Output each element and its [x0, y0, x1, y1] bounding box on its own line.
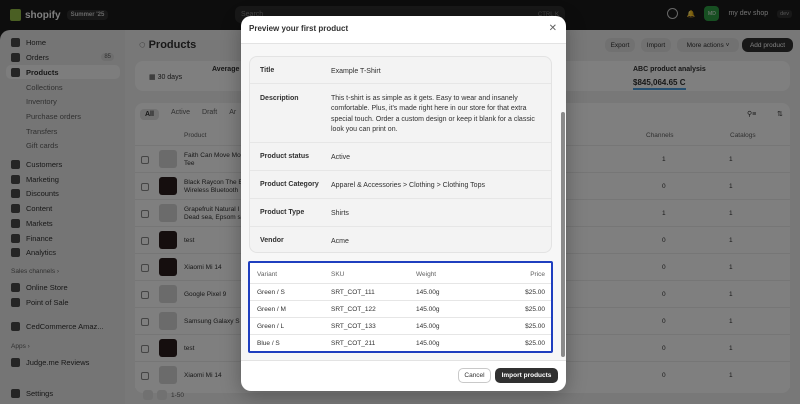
detail-value: Shirts — [331, 210, 349, 217]
detail-label: Product Category — [260, 181, 319, 188]
detail-value: Apparel & Accessories > Clothing > Cloth… — [331, 182, 485, 189]
detail-value: This t-shirt is as simple as it gets. Ea… — [331, 95, 535, 133]
variant-price: $25.00 — [525, 289, 545, 296]
product-details-card: Title Example T-Shirt Description This t… — [249, 56, 552, 253]
variant-price: $25.00 — [525, 306, 545, 313]
modal-title: Preview your first product — [249, 24, 349, 33]
column-header-price: Price — [530, 271, 545, 278]
variants-table: Variant SKU Weight Price Green / S SRT_C… — [248, 261, 553, 353]
variant-name: Green / L — [257, 323, 285, 330]
variant-sku: SRT_COT_122 — [331, 306, 376, 313]
variant-row: Green / S SRT_COT_111 145.00g $25.00 — [250, 284, 551, 301]
column-header-variant: Variant — [257, 271, 278, 278]
detail-label: Product Type — [260, 209, 305, 216]
variant-name: Blue / S — [257, 340, 280, 347]
detail-value: Acme — [331, 238, 349, 245]
close-icon[interactable]: ✕ — [549, 23, 557, 34]
detail-label: Vendor — [260, 237, 284, 244]
detail-row-vendor: Vendor Acme — [250, 227, 551, 253]
variant-weight: 145.00g — [416, 289, 440, 296]
variant-row: Green / M SRT_COT_122 145.00g $25.00 — [250, 301, 551, 318]
variant-sku: SRT_COT_111 — [331, 289, 375, 296]
scrollbar-thumb[interactable] — [561, 112, 565, 357]
detail-value: Example T-Shirt — [331, 68, 381, 75]
variant-sku: SRT_COT_133 — [331, 323, 376, 330]
detail-label: Title — [260, 67, 275, 74]
variant-name: Green / S — [257, 289, 285, 296]
detail-row-type: Product Type Shirts — [250, 199, 551, 227]
detail-row-category: Product Category Apparel & Accessories >… — [250, 171, 551, 199]
variant-price: $25.00 — [525, 340, 545, 347]
variant-weight: 145.00g — [416, 306, 440, 313]
preview-product-modal: Preview your first product ✕ Title Examp… — [241, 16, 566, 391]
variant-price: $25.00 — [525, 323, 545, 330]
detail-row-description: Description This t-shirt is as simple as… — [250, 84, 551, 143]
divider — [241, 360, 566, 361]
detail-row-status: Product status Active — [250, 143, 551, 171]
variant-weight: 145.00g — [416, 340, 440, 347]
variant-row: Green / L SRT_COT_133 145.00g $25.00 — [250, 318, 551, 335]
variant-sku: SRT_COT_211 — [331, 340, 376, 347]
cancel-button[interactable]: Cancel — [458, 368, 491, 383]
variant-name: Green / M — [257, 306, 286, 313]
column-header-weight: Weight — [416, 271, 437, 278]
detail-label: Description — [260, 95, 299, 102]
variants-header-row: Variant SKU Weight Price — [250, 265, 551, 284]
detail-row-title: Title Example T-Shirt — [250, 57, 551, 84]
variant-weight: 145.00g — [416, 323, 440, 330]
variant-row: Blue / S SRT_COT_211 145.00g $25.00 — [250, 335, 551, 352]
detail-value: Active — [331, 154, 351, 161]
import-products-button[interactable]: Import products — [495, 368, 558, 383]
detail-label: Product status — [260, 153, 310, 160]
column-header-sku: SKU — [331, 271, 345, 278]
scrollbar[interactable] — [561, 44, 565, 360]
